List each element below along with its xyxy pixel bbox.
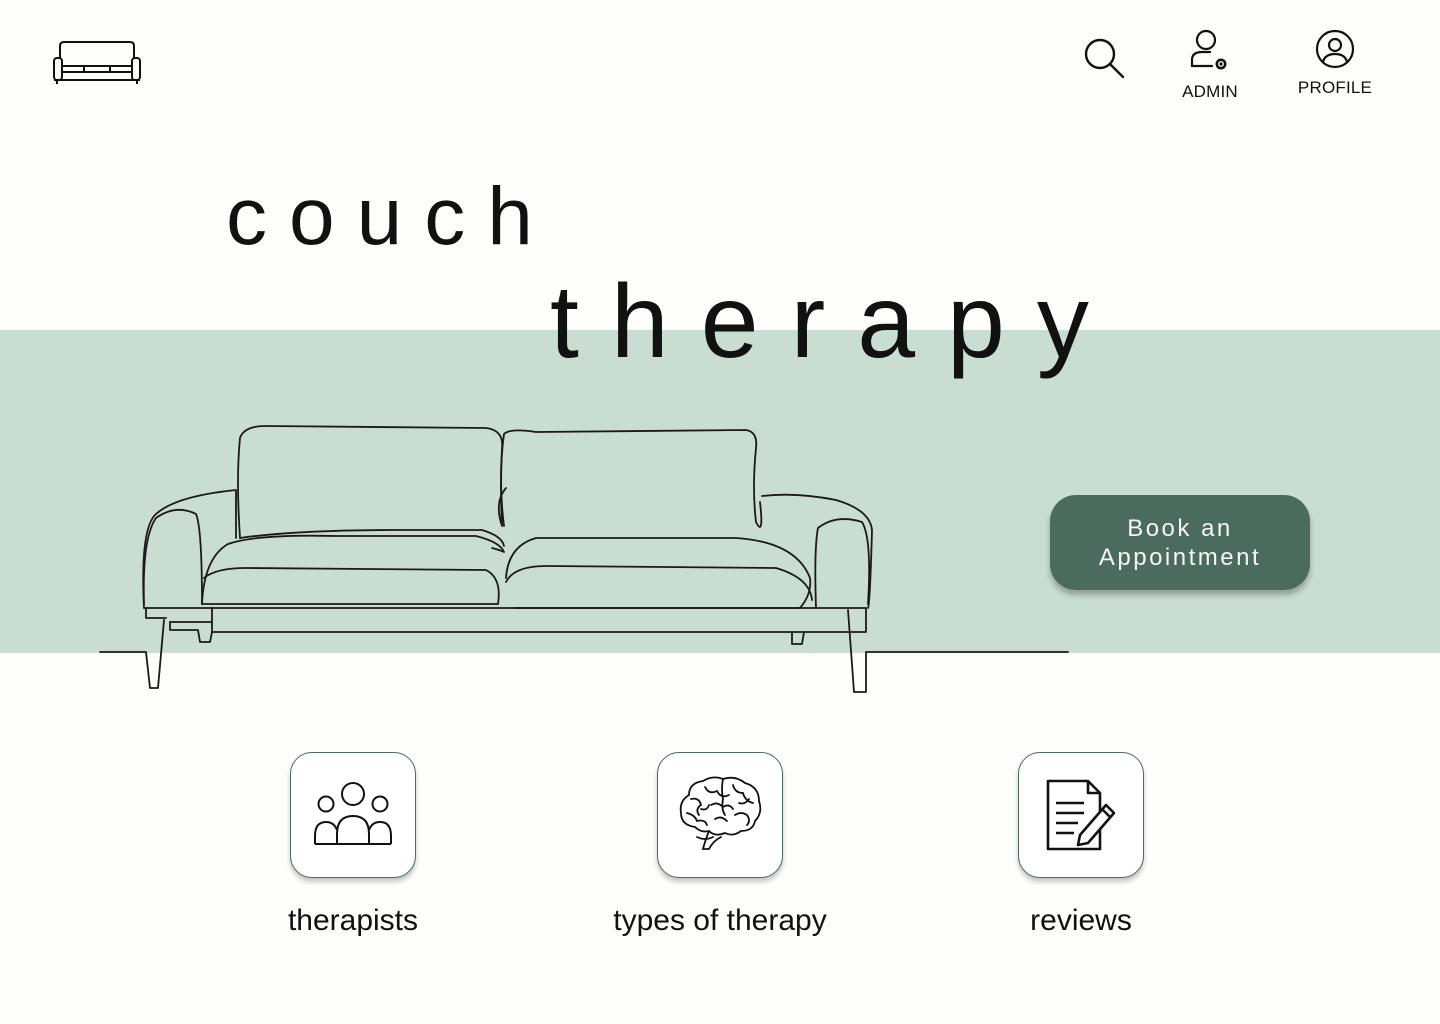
feature-label-types-of-therapy: types of therapy <box>613 904 827 937</box>
feature-card-therapists[interactable] <box>290 752 416 878</box>
search-icon[interactable] <box>1082 36 1126 80</box>
nav-profile[interactable]: PROFILE <box>1292 28 1378 98</box>
feature-therapists[interactable]: therapists <box>253 752 453 938</box>
document-edit-icon <box>1046 779 1116 851</box>
book-appointment-button[interactable]: Book an Appointment <box>1050 495 1310 590</box>
brain-icon <box>679 776 762 850</box>
feature-reviews[interactable]: reviews <box>981 752 1181 938</box>
feature-types-of-therapy[interactable]: types of therapy <box>580 752 860 938</box>
nav-admin-label: ADMIN <box>1182 82 1238 101</box>
people-group-icon <box>314 782 392 845</box>
user-circle-icon <box>1315 29 1355 69</box>
user-gear-icon <box>1190 29 1227 70</box>
brand-title-therapy: therapy <box>550 264 1121 380</box>
nav-admin[interactable]: ADMIN <box>1170 28 1250 102</box>
nav-profile-label: PROFILE <box>1297 78 1373 97</box>
sofa-illustration <box>96 418 1076 698</box>
feature-card-types-of-therapy[interactable] <box>657 752 783 878</box>
feature-label-therapists: therapists <box>287 904 419 937</box>
brand-title-couch: couch <box>226 171 555 262</box>
feature-label-reviews: reviews <box>1030 904 1132 937</box>
feature-card-reviews[interactable] <box>1018 752 1144 878</box>
couch-logo-icon[interactable] <box>50 36 144 88</box>
